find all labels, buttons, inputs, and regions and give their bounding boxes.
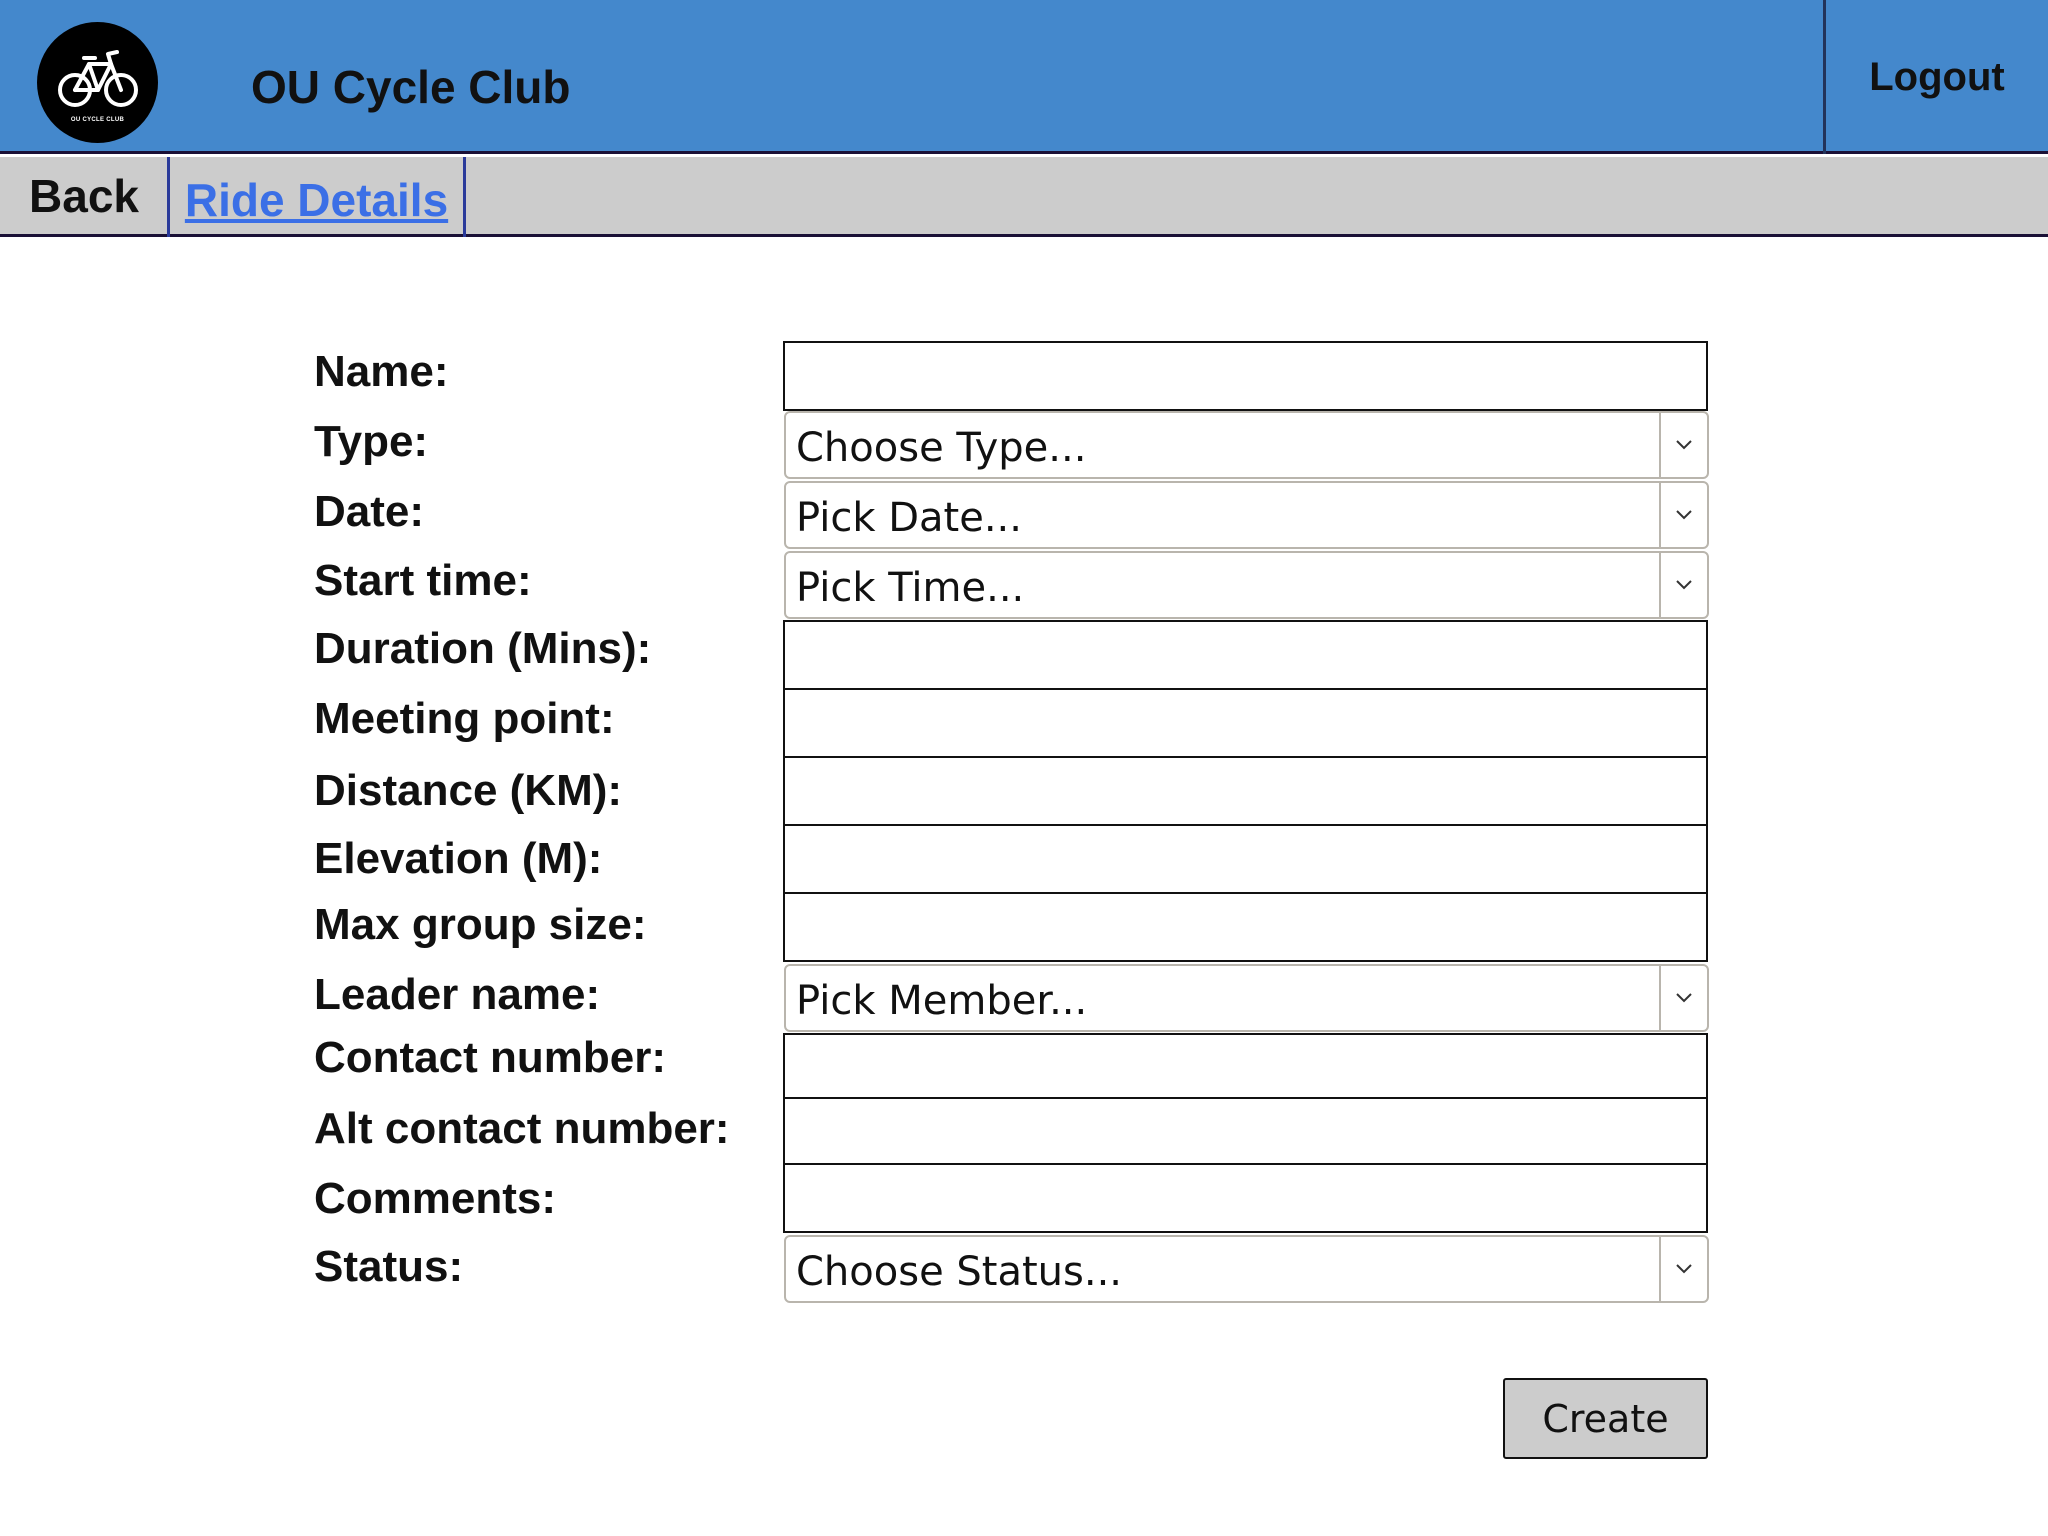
contact-number-label: Contact number:	[314, 1033, 666, 1082]
logout-button[interactable]: Logout	[1826, 0, 2048, 154]
type-select[interactable]: Choose Type...	[784, 411, 1709, 479]
distance-label: Distance (KM):	[314, 766, 623, 815]
chevron-down-icon[interactable]	[1659, 966, 1707, 1030]
chevron-down-icon[interactable]	[1659, 483, 1707, 547]
nav-bar: Back Ride Details	[0, 157, 2048, 237]
duration-input[interactable]	[783, 620, 1708, 690]
date-select-value: Pick Date...	[796, 495, 1022, 541]
status-label: Status:	[314, 1242, 464, 1291]
type-select-value: Choose Type...	[796, 425, 1087, 471]
alt-contact-number-label: Alt contact number:	[314, 1104, 730, 1153]
leader-name-select[interactable]: Pick Member...	[784, 964, 1709, 1032]
duration-label: Duration (Mins):	[314, 624, 652, 673]
comments-label: Comments:	[314, 1174, 557, 1223]
chevron-down-icon[interactable]	[1659, 413, 1707, 477]
max-group-size-input[interactable]	[783, 892, 1708, 962]
leader-name-label: Leader name:	[314, 970, 601, 1019]
name-label: Name:	[314, 347, 449, 396]
back-button[interactable]: Back	[0, 157, 168, 234]
distance-input[interactable]	[783, 756, 1708, 826]
start-time-select-value: Pick Time...	[796, 565, 1025, 611]
elevation-label: Elevation (M):	[314, 834, 603, 883]
leader-name-select-value: Pick Member...	[796, 978, 1088, 1024]
club-logo: OU CYCLE CLUB	[37, 22, 158, 143]
meeting-point-input[interactable]	[783, 688, 1708, 758]
date-select[interactable]: Pick Date...	[784, 481, 1709, 549]
logo-text: OU CYCLE CLUB	[70, 117, 125, 123]
status-select[interactable]: Choose Status...	[784, 1235, 1709, 1303]
chevron-down-icon[interactable]	[1659, 553, 1707, 617]
start-time-label: Start time:	[314, 556, 532, 605]
start-time-select[interactable]: Pick Time...	[784, 551, 1709, 619]
name-input[interactable]	[783, 341, 1708, 411]
type-label: Type:	[314, 417, 429, 466]
meeting-point-label: Meeting point:	[314, 694, 615, 743]
status-select-value: Choose Status...	[796, 1249, 1122, 1295]
alt-contact-number-input[interactable]	[783, 1097, 1708, 1165]
tab-ride-details[interactable]: Ride Details	[167, 157, 466, 237]
contact-number-input[interactable]	[783, 1033, 1708, 1099]
comments-input[interactable]	[783, 1163, 1708, 1233]
elevation-input[interactable]	[783, 824, 1708, 894]
bicycle-icon	[58, 50, 138, 107]
app-title: OU Cycle Club	[251, 61, 571, 113]
max-group-size-label: Max group size:	[314, 900, 647, 949]
app-header: OU CYCLE CLUB OU Cycle Club Logout	[0, 0, 2048, 154]
tab-ride-details-label[interactable]: Ride Details	[185, 173, 448, 227]
chevron-down-icon[interactable]	[1659, 1237, 1707, 1301]
date-label: Date:	[314, 487, 425, 536]
create-button[interactable]: Create	[1503, 1378, 1708, 1459]
